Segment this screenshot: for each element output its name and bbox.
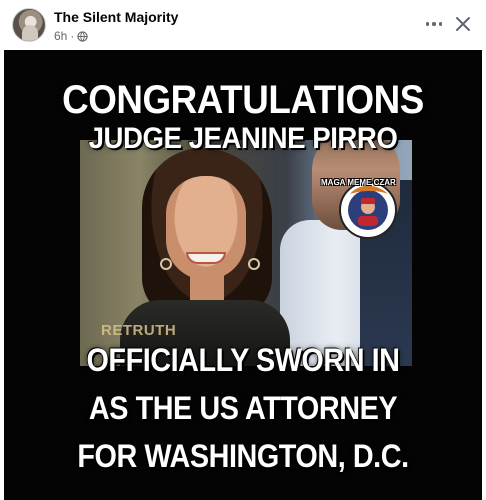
post-header: The Silent Majority 6h · (0, 0, 486, 50)
post-age[interactable]: 6h (54, 29, 67, 43)
more-options-icon (425, 22, 430, 26)
body-line-3: FOR WASHINGTON, D.C. (77, 438, 409, 474)
retruth-watermark: RETRUTH (101, 322, 177, 339)
headline-name: JUDGE JEANINE PIRRO (88, 122, 398, 155)
woman-face (166, 176, 246, 280)
close-icon (456, 17, 470, 31)
earring-left (160, 258, 172, 270)
earring-right (248, 258, 260, 270)
more-options-dot (438, 22, 443, 26)
headline-congratulations: CONGRATULATIONS (62, 78, 424, 122)
body-line-2: AS THE US ATTORNEY (88, 390, 398, 426)
maga-meme-czar-badge (339, 181, 397, 239)
close-button[interactable] (450, 11, 476, 37)
meta-dot: · (70, 29, 75, 43)
meme-image[interactable]: MAGA MEME CZAR RETRUTH CONGRATULATIONS J… (4, 50, 482, 500)
woman-smile (186, 252, 226, 264)
body-line-1: OFFICIALLY SWORN IN (86, 342, 400, 378)
avatar-icon[interactable] (12, 8, 46, 42)
badge-caption: MAGA MEME CZAR (321, 178, 396, 187)
more-options-button[interactable] (422, 12, 446, 36)
globe-icon (77, 30, 89, 42)
page-name[interactable]: The Silent Majority (54, 9, 178, 25)
post-meta: 6h · (54, 29, 89, 43)
more-options-dot (432, 22, 436, 26)
